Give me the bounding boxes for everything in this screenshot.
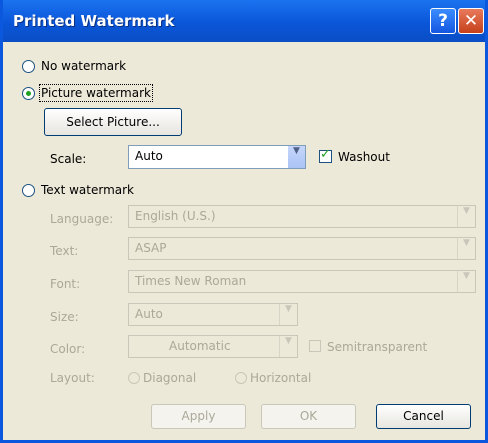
washout-checkbox[interactable] xyxy=(319,147,332,163)
close-button[interactable]: ✕ xyxy=(458,8,484,34)
layout-label: Layout: xyxy=(50,371,95,385)
text-dropdown[interactable]: ASAP ▼ xyxy=(128,237,476,260)
chevron-down-icon: ▼ xyxy=(457,238,475,259)
cancel-label: Cancel xyxy=(403,409,444,423)
horizontal-radio[interactable] xyxy=(235,372,247,384)
select-picture-button[interactable]: Select Picture... xyxy=(44,108,182,136)
chevron-down-icon: ▼ xyxy=(279,336,297,357)
horizontal-label: Horizontal xyxy=(250,371,312,385)
picture-watermark-radio[interactable] xyxy=(22,87,35,100)
semitransparent-label: Semitransparent xyxy=(327,340,428,354)
no-watermark-label[interactable]: No watermark xyxy=(41,59,126,73)
color-value: Automatic xyxy=(169,339,231,353)
color-label: Color: xyxy=(50,342,86,356)
size-label: Size: xyxy=(50,310,79,324)
help-button[interactable]: ? xyxy=(430,8,456,34)
font-dropdown[interactable]: Times New Roman ▼ xyxy=(128,270,476,293)
text-watermark-radio[interactable] xyxy=(22,184,35,197)
printed-watermark-dialog: Printed Watermark ? ✕ No watermark Pictu… xyxy=(0,0,488,443)
text-value: ASAP xyxy=(135,241,167,255)
chevron-down-icon: ▼ xyxy=(457,271,475,292)
color-dropdown[interactable]: Automatic ▼ xyxy=(128,335,298,358)
chevron-down-icon: ▼ xyxy=(279,304,297,325)
select-picture-label: Select Picture... xyxy=(66,115,160,129)
diagonal-label: Diagonal xyxy=(143,371,197,385)
size-dropdown[interactable]: Auto ▼ xyxy=(128,303,298,326)
text-label: Text: xyxy=(50,244,79,258)
chevron-down-icon[interactable]: ▼ xyxy=(287,146,305,168)
title-bar[interactable]: Printed Watermark ? ✕ xyxy=(3,0,485,42)
help-icon: ? xyxy=(438,11,448,31)
scale-value: Auto xyxy=(135,149,163,163)
apply-button[interactable]: Apply xyxy=(151,404,246,429)
language-label: Language: xyxy=(50,212,114,226)
close-icon: ✕ xyxy=(463,11,479,31)
semitransparent-checkbox[interactable] xyxy=(309,340,321,352)
cancel-button[interactable]: Cancel xyxy=(376,404,471,429)
no-watermark-radio[interactable] xyxy=(22,60,35,73)
text-watermark-label[interactable]: Text watermark xyxy=(41,183,134,197)
washout-label[interactable]: Washout xyxy=(338,150,390,164)
font-value: Times New Roman xyxy=(135,274,247,288)
ok-label: OK xyxy=(299,409,318,423)
scale-label: Scale: xyxy=(50,152,87,166)
chevron-down-icon: ▼ xyxy=(457,206,475,227)
picture-watermark-label[interactable]: Picture watermark xyxy=(39,84,153,102)
ok-button[interactable]: OK xyxy=(261,404,356,429)
language-value: English (U.S.) xyxy=(135,209,216,223)
font-label: Font: xyxy=(50,277,81,291)
dialog-title: Printed Watermark xyxy=(13,12,175,30)
apply-label: Apply xyxy=(181,409,216,423)
diagonal-radio[interactable] xyxy=(128,372,140,384)
scale-dropdown[interactable]: Auto ▼ xyxy=(128,145,306,169)
size-value: Auto xyxy=(135,307,163,321)
language-dropdown[interactable]: English (U.S.) ▼ xyxy=(128,205,476,228)
